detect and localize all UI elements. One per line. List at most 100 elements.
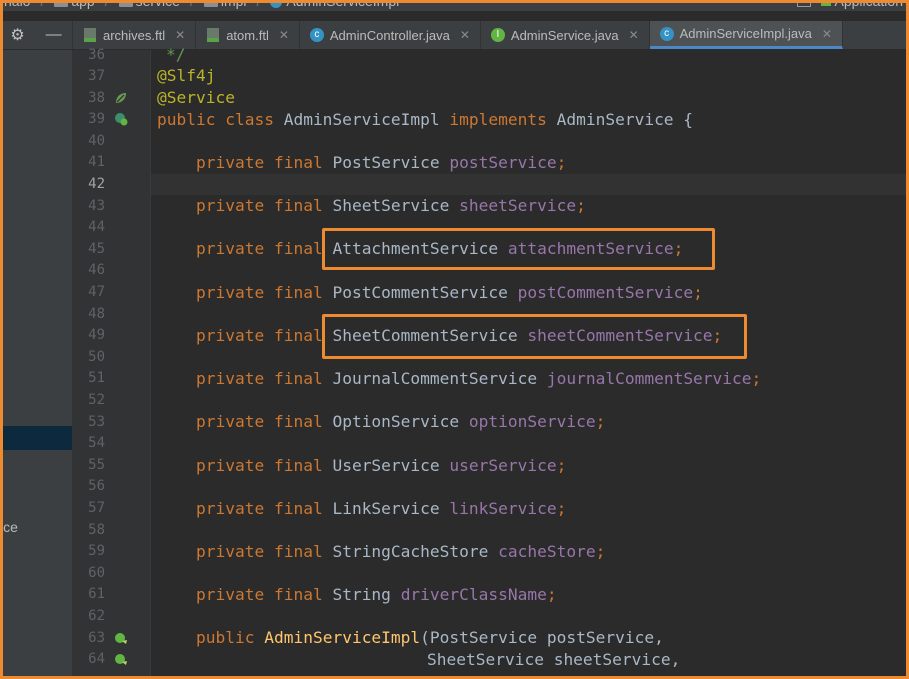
line-number: 61 <box>88 586 105 602</box>
close-icon[interactable]: ✕ <box>460 28 470 42</box>
breadcrumb-item-class[interactable]: AdminServiceImpl <box>270 0 399 9</box>
breadcrumb-separator: / <box>104 0 109 9</box>
breadcrumb-item-project[interactable]: halo <box>4 0 30 9</box>
field-token: optionService <box>468 412 596 431</box>
gear-icon[interactable]: ⚙ <box>10 25 24 45</box>
collapse-icon[interactable]: — <box>46 26 62 44</box>
line-number: 41 <box>88 154 105 170</box>
type-token: PostService <box>332 153 440 172</box>
keyword-token: private final <box>196 499 323 518</box>
hammer-icon[interactable] <box>796 0 811 7</box>
type-token: String <box>332 585 391 604</box>
semicolon-token: ; <box>556 456 567 475</box>
type-token: PostCommentService <box>332 283 508 302</box>
code-line-38: @Service <box>157 87 235 109</box>
annotation-token: @Slf4j <box>157 66 216 85</box>
type-token: StringCacheStore <box>332 542 489 561</box>
field-token: cacheStore <box>498 542 596 561</box>
run-config-selector[interactable]: Application <box>820 0 903 9</box>
interface-icon: I <box>490 28 505 42</box>
code-line-57: private final LinkService linkService; <box>196 498 566 520</box>
line-number: 54 <box>88 435 105 451</box>
type-token: SheetService <box>332 196 450 215</box>
keyword-token: private final <box>196 456 323 475</box>
type-token: AttachmentService <box>332 239 499 258</box>
breadcrumb-item-service[interactable]: service <box>118 0 180 9</box>
project-tree-selected-row[interactable] <box>0 426 72 450</box>
code-line-55: private final UserService userService; <box>196 455 566 477</box>
type-token: AdminService { <box>556 110 694 129</box>
bean-injection-icon[interactable] <box>114 631 128 645</box>
code-line-63: public AdminServiceImpl(PostService post… <box>196 627 664 649</box>
breadcrumb-label: service <box>135 0 180 9</box>
code-line-51: private final JournalCommentService jour… <box>196 368 761 390</box>
close-icon[interactable]: ✕ <box>822 27 832 41</box>
close-icon[interactable]: ✕ <box>279 28 289 42</box>
project-panel <box>0 50 72 679</box>
close-icon[interactable]: ✕ <box>175 28 185 42</box>
semicolon-token: ; <box>556 499 567 518</box>
project-tree-item[interactable]: ice <box>0 519 18 535</box>
class-name-token: AdminServiceImpl <box>283 110 440 129</box>
field-token: postCommentService <box>517 283 694 302</box>
code-line-64: SheetService sheetService, <box>427 649 680 671</box>
type-token: SheetCommentService <box>332 326 518 345</box>
breadcrumb-label: AdminServiceImpl <box>286 0 400 9</box>
class-icon: c <box>659 26 674 41</box>
tab-admin-service[interactable]: I AdminService.java ✕ <box>481 21 650 49</box>
keyword-token: public class <box>157 110 274 129</box>
comment-token: */ <box>166 45 186 64</box>
field-token: userService <box>449 456 557 475</box>
semicolon-token: ; <box>546 585 557 604</box>
code-line-49: private final SheetCommentService sheetC… <box>196 325 722 347</box>
panel-tools: ⚙ — <box>0 21 73 49</box>
semicolon-token: ; <box>556 153 567 172</box>
annotation-token: @Service <box>157 88 235 107</box>
breadcrumb-label: app <box>71 0 95 9</box>
field-token: journalCommentService <box>546 369 752 388</box>
bean-injection-icon[interactable] <box>114 652 128 666</box>
folder-icon <box>118 0 133 7</box>
code-line-39: public class AdminServiceImpl implements… <box>157 109 693 131</box>
breadcrumb-item-app[interactable]: app <box>54 0 95 9</box>
line-number: 39 <box>88 111 105 127</box>
line-number-current: 42 <box>88 176 105 192</box>
line-number: 63 <box>88 630 105 646</box>
tab-atom-ftl[interactable]: atom.ftl ✕ <box>196 21 300 49</box>
implements-icon[interactable] <box>114 112 128 126</box>
breadcrumb-separator: / <box>256 0 261 9</box>
code-line-37: @Slf4j <box>157 65 215 87</box>
tab-label: AdminServiceImpl.java <box>679 26 812 41</box>
keyword-token: private final <box>196 283 323 302</box>
keyword-token: public <box>196 628 255 647</box>
field-token: postService <box>449 153 557 172</box>
tab-admin-service-impl[interactable]: c AdminServiceImpl.java ✕ <box>649 21 843 49</box>
line-number: 45 <box>88 241 105 257</box>
type-token: LinkService <box>332 499 440 518</box>
spring-bean-icon[interactable] <box>114 91 128 105</box>
tab-admin-controller[interactable]: c AdminController.java ✕ <box>300 21 481 49</box>
line-number: 59 <box>88 543 105 559</box>
line-number: 53 <box>88 414 105 430</box>
semicolon-token: ; <box>595 412 606 431</box>
close-icon[interactable]: ✕ <box>629 28 639 42</box>
semicolon-token: ; <box>595 542 606 561</box>
code-line-61: private final String driverClassName; <box>196 584 557 606</box>
type-token: JournalCommentService <box>332 369 538 388</box>
line-number: 60 <box>88 565 105 581</box>
line-number: 38 <box>88 90 105 106</box>
type-token: OptionService <box>332 412 460 431</box>
code-line-47: private final PostCommentService postCom… <box>196 282 703 304</box>
folder-icon <box>54 0 69 7</box>
tab-label: AdminService.java <box>510 27 619 43</box>
semicolon-token: ; <box>712 326 723 345</box>
line-number: 51 <box>88 370 105 386</box>
current-line-highlight <box>151 174 909 195</box>
line-number: 44 <box>88 219 105 235</box>
keyword-token: private final <box>196 239 323 258</box>
code-line-59: private final StringCacheStore cacheStor… <box>196 541 605 563</box>
breadcrumb-item-impl[interactable]: impl <box>203 0 247 9</box>
folder-icon <box>203 0 218 7</box>
field-token: driverClassName <box>400 585 547 604</box>
keyword-token: private final <box>196 326 323 345</box>
